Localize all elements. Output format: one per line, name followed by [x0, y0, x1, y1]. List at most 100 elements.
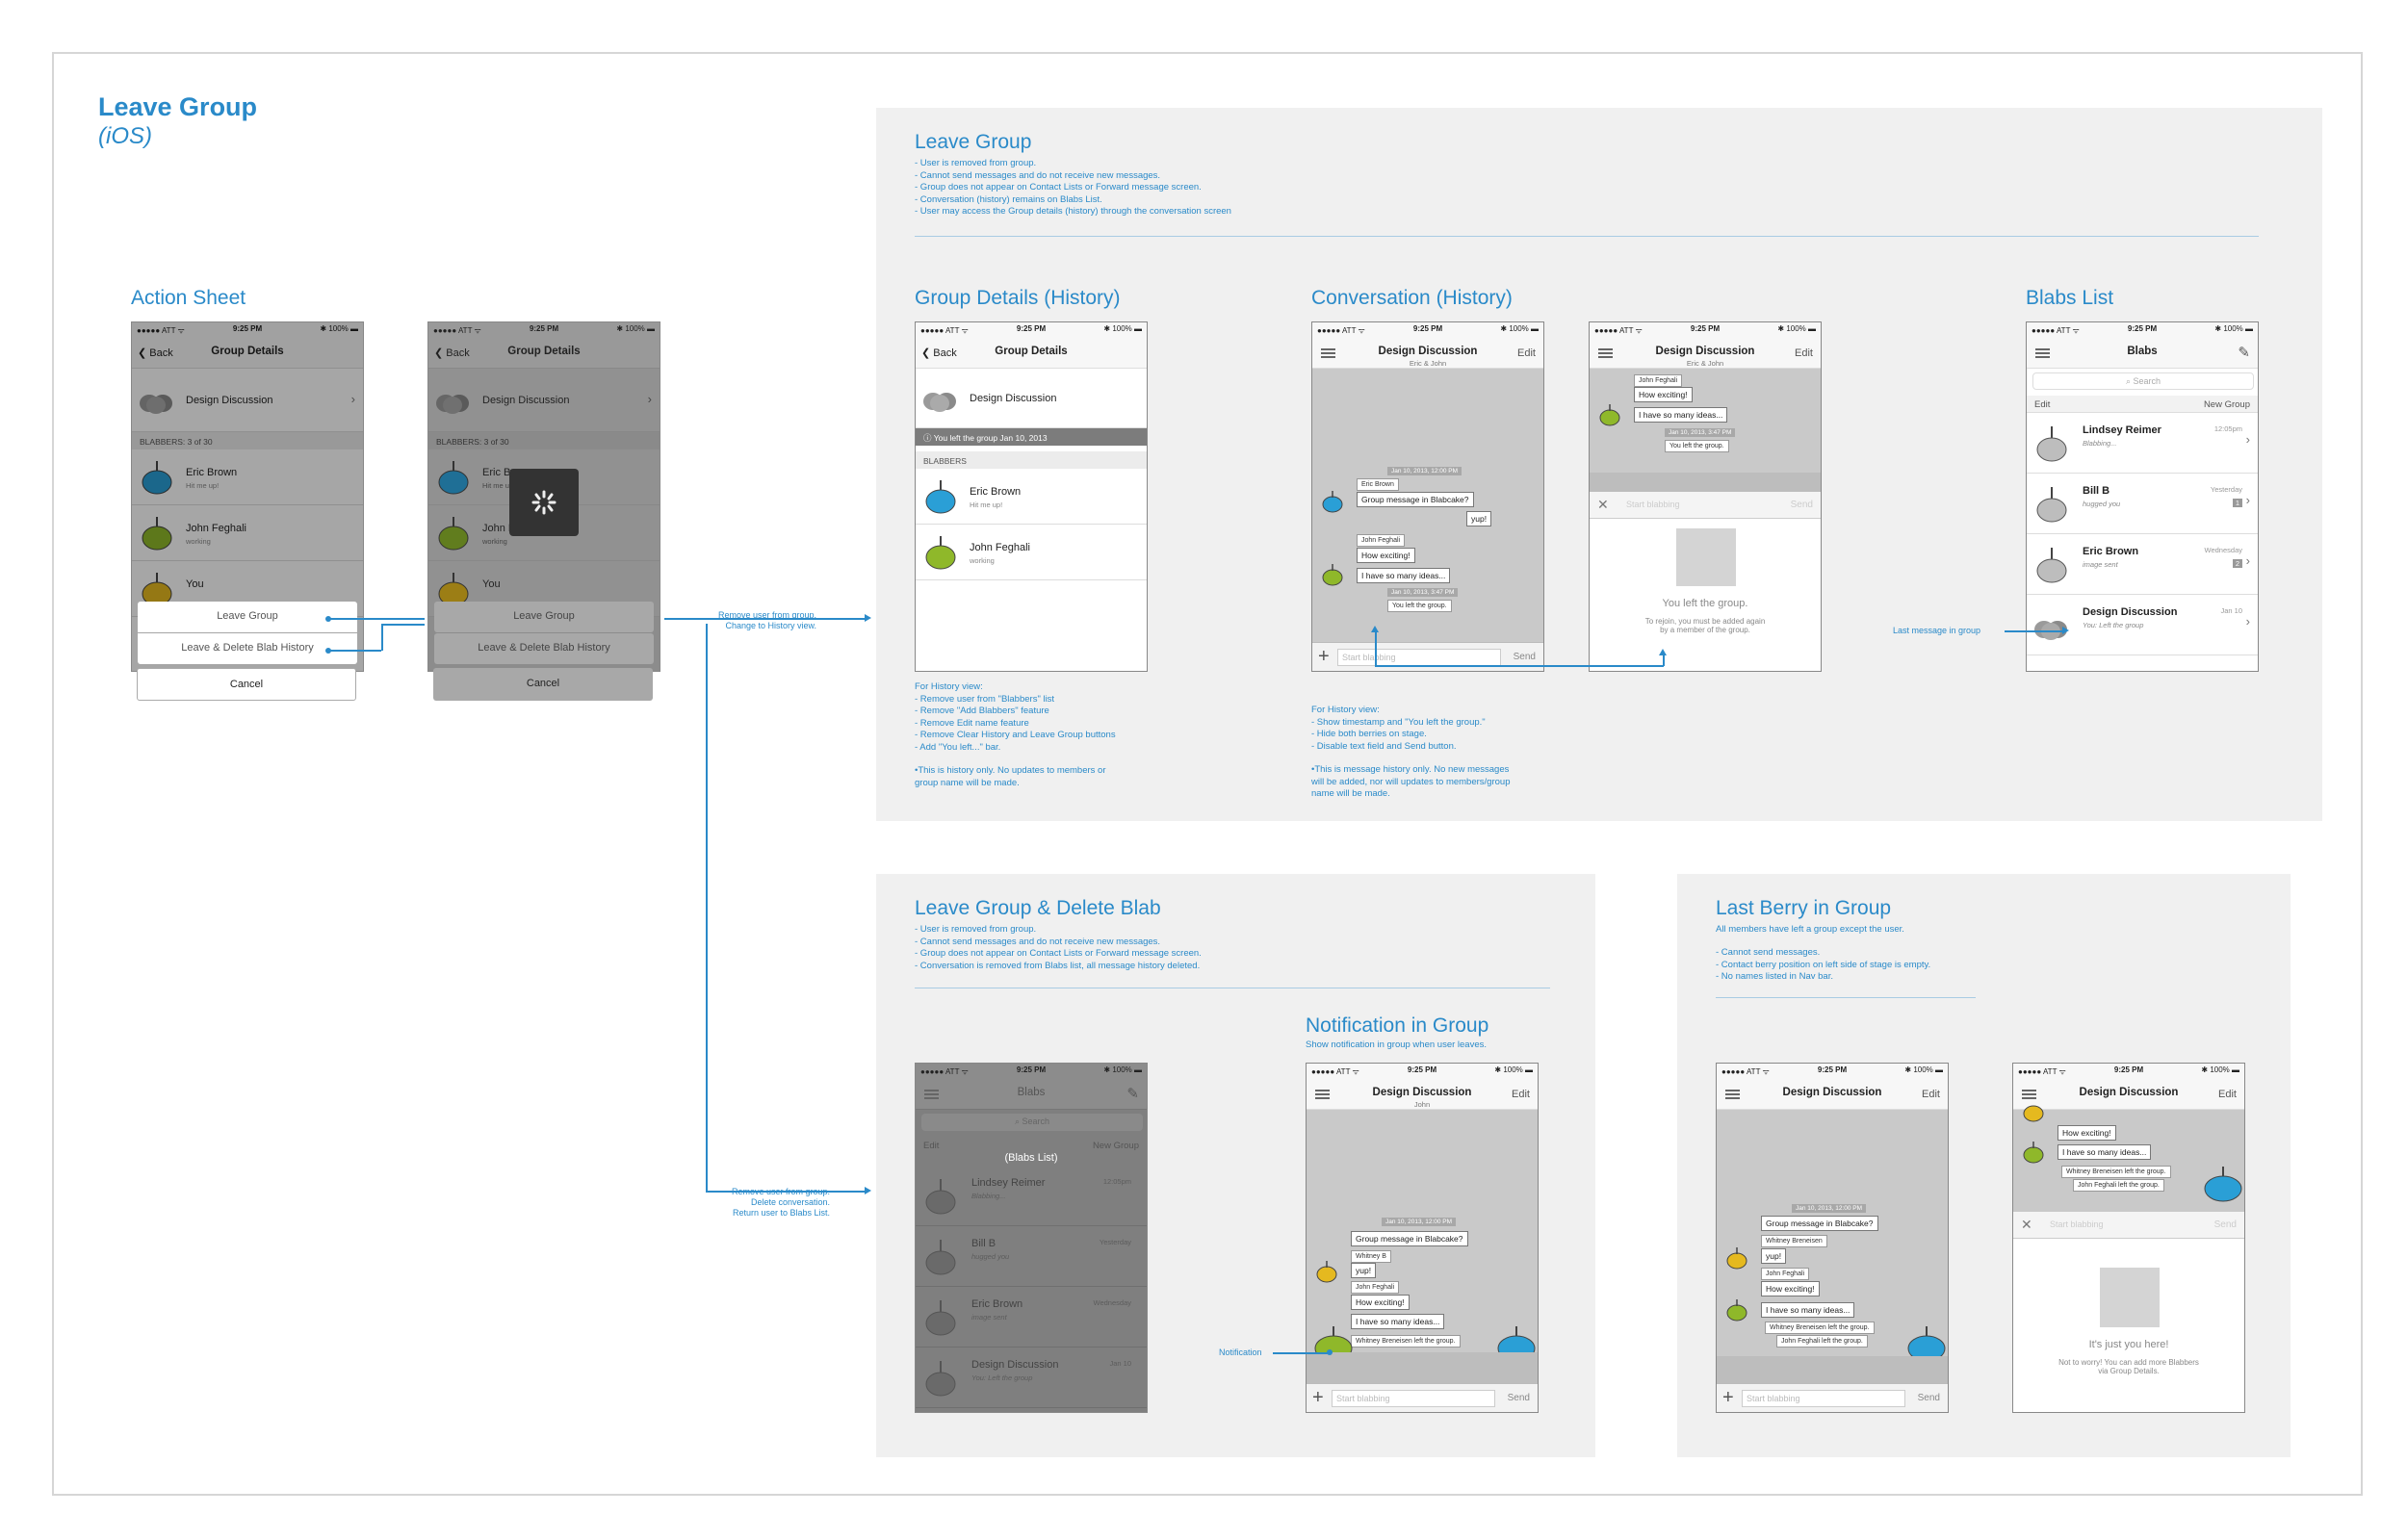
group-avatar-icon: [436, 395, 469, 414]
canvas: Leave Group (iOS) Action Sheet ●●●●● ATT…: [52, 52, 2363, 1496]
message-bubble: Group message in Blabcake?: [1357, 492, 1474, 507]
member-row[interactable]: Eric Brown Hit me up!: [916, 469, 1147, 525]
compose-icon[interactable]: ✎: [2238, 344, 2250, 361]
berry-gray-icon: [2036, 426, 2067, 462]
leave-delete-notes: - User is removed from group. - Cannot se…: [915, 924, 1202, 971]
blab-row[interactable]: Bill B hugged you Yesterday 1 ›: [2027, 474, 2258, 534]
leave-delete-heading: Leave Group & Delete Blab: [915, 897, 1161, 919]
nav-title: Group Details: [507, 346, 581, 357]
group-details-history-heading: Group Details (History): [915, 287, 1121, 309]
loading-spinner: [509, 469, 579, 536]
search-icon: ⌕: [1014, 1116, 1020, 1126]
plus-icon[interactable]: +: [1722, 1387, 1734, 1409]
input-bar: + Start blabbing Send: [1312, 642, 1543, 671]
spinner-icon: [531, 490, 556, 515]
conversation-history-notes: For History view: - Show timestamp and "Y…: [1311, 705, 1511, 799]
input-bar: + Start blabbing Send: [1307, 1383, 1538, 1412]
leave-group-button[interactable]: Leave Group: [138, 602, 357, 632]
leave-delete-button[interactable]: Leave & Delete Blab History: [138, 633, 357, 664]
nav-bar: ❮ Back Group Details: [428, 336, 660, 369]
last-berry-notes: - Cannot send messages. - Contact berry p…: [1716, 947, 1931, 982]
last-berry-heading: Last Berry in Group: [1716, 897, 1892, 919]
left-group-banner: ⓘ You left the group Jan 10, 2013: [916, 428, 1147, 446]
notification-annotation: Notification: [1219, 1348, 1262, 1357]
edit-button[interactable]: Edit: [1795, 347, 1813, 359]
chevron-right-icon: ›: [2245, 614, 2250, 629]
berry-gray-icon: [2036, 548, 2067, 583]
section-header: BLABBERS: [916, 451, 1147, 469]
overlay-label: (Blabs List): [1004, 1152, 1058, 1164]
notification-sub: Show notification in group when user lea…: [1306, 1040, 1488, 1050]
berry-gray-icon: [925, 1300, 956, 1336]
message-bubble: I have so many ideas...: [1357, 568, 1451, 583]
plus-icon[interactable]: +: [1312, 1387, 1324, 1409]
phone-notification: ●●●●● ATT ᯤ 9:25 PM ✱ 100% ▬ Design Discus…: [1306, 1063, 1539, 1413]
message-input[interactable]: Start blabbing: [1332, 1390, 1495, 1407]
leave-group-notes: - User is removed from group. - Cannot se…: [915, 158, 1231, 217]
berry-gray-icon: [925, 1179, 956, 1215]
status-bar: ●●●●● ATT ᯤ 9:25 PM ✱ 100% ▬: [916, 322, 1147, 336]
doc-subtitle: (iOS): [98, 123, 152, 149]
flow-label-history: Remove user from group. Change to Histor…: [718, 610, 817, 630]
flow-label-delete: Remove user from group. Delete conversat…: [732, 1187, 831, 1218]
message-input[interactable]: Start blabbing: [1742, 1390, 1905, 1407]
leave-group-button: Leave Group: [434, 602, 654, 632]
chevron-right-icon: ›: [2245, 432, 2250, 447]
edit-button[interactable]: Edit: [1922, 1089, 1940, 1100]
count-badge: 1: [2232, 499, 2242, 507]
berry-yellow-icon: [1316, 1261, 1337, 1283]
close-icon: ✕: [1597, 497, 1609, 512]
phone-just-you: ●●●●● ATT ᯤ 9:25 PM ✱ 100% ▬ Design Discus…: [2012, 1063, 2245, 1413]
phone-conversation-left: ●●●●● ATT ᯤ 9:25 PM ✱ 100% ▬ Design Discus…: [1589, 321, 1822, 672]
berry-gray-icon: [2036, 487, 2067, 523]
blab-row[interactable]: Lindsey Reimer Blabbing... 12:05pm ›: [2027, 413, 2258, 474]
blab-row[interactable]: Design Discussion You: Left the group Ja…: [2027, 595, 2258, 655]
berry-green-icon: [1726, 1299, 1747, 1322]
placeholder-image: [1676, 528, 1736, 586]
berry-gray-icon: [925, 1361, 956, 1397]
compose-icon: ✎: [1126, 1086, 1139, 1102]
notification-heading: Notification in Group: [1306, 1014, 1489, 1037]
info-icon: ⓘ: [923, 433, 932, 443]
search-icon: ⌕: [2125, 376, 2131, 386]
nav-bar: ❮ Back Group Details: [916, 336, 1147, 369]
phone-conversation-history: ●●●●● ATT ᯤ 9:25 PM ✱ 100% ▬ Design Discus…: [1311, 321, 1544, 672]
berry-green-icon: [925, 536, 956, 570]
count-badge: 2: [2232, 559, 2242, 568]
send-button[interactable]: Send: [1508, 1393, 1530, 1403]
edit-button[interactable]: Edit: [2218, 1089, 2237, 1100]
berry-green-icon: [438, 517, 469, 551]
phone-blabs-list: ●●●●● ATT ᯤ 9:25 PM ✱ 100% ▬ Blabs ✎ ⌕ Sear…: [2026, 321, 2259, 672]
leave-group-heading: Leave Group: [915, 131, 1032, 153]
cancel-button[interactable]: Cancel: [137, 668, 356, 701]
berry-blue-icon: [925, 480, 956, 514]
chevron-right-icon: ›: [647, 392, 652, 406]
edit-button[interactable]: Edit: [1517, 347, 1536, 359]
berry-blue-icon: [1322, 491, 1343, 513]
placeholder-image: [2100, 1268, 2160, 1327]
blabs-list-heading: Blabs List: [2026, 287, 2114, 309]
status-bar: ●●●●● ATT ᯤ 9:25 PM ✱ 100% ▬: [428, 322, 660, 336]
send-button[interactable]: Send: [1918, 1393, 1940, 1403]
berry-yellow-icon: [1726, 1247, 1747, 1270]
berry-green-icon: [1322, 564, 1343, 586]
search-input[interactable]: ⌕ Search: [2032, 372, 2254, 390]
berry-blue-icon: [2204, 1167, 2242, 1202]
edit-button[interactable]: Edit: [1512, 1089, 1530, 1100]
group-details-notes: For History view: - Remove user from "Bla…: [915, 681, 1116, 788]
close-icon: ✕: [2021, 1217, 2032, 1232]
disabled-input: ✕ Start blabbing Send: [1590, 492, 1821, 519]
blab-row[interactable]: Eric Brown image sent Wednesday 2 ›: [2027, 534, 2258, 595]
action-sheet-heading: Action Sheet: [131, 287, 246, 309]
member-row[interactable]: John Feghali working: [916, 525, 1147, 580]
berry-blue-icon: [438, 461, 469, 495]
conversation-history-heading: Conversation (History): [1311, 287, 1513, 309]
berry-green-icon: [1599, 404, 1620, 426]
phone-group-details-history: ●●●●● ATT ᯤ 9:25 PM ✱ 100% ▬ ❮ Back Group …: [915, 321, 1148, 672]
doc-title: Leave Group: [98, 92, 258, 121]
message-bubble: How exciting!: [1357, 548, 1415, 563]
new-group-button[interactable]: New Group: [2204, 399, 2250, 410]
edit-button[interactable]: Edit: [2034, 399, 2050, 410]
group-row: Design Discussion ›: [428, 369, 660, 432]
group-row: Design Discussion: [916, 369, 1147, 428]
